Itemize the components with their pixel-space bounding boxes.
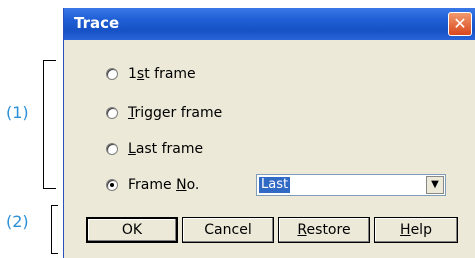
radio-label-trigger-frame: Trigger frame [128,105,223,121]
radio-icon-checked [106,179,118,191]
radio-label-last-frame: Last frame [128,141,204,157]
callout-label-2: (2) [6,212,29,231]
trace-dialog: Trace ✕ 1st frame Trigger frame Last fra… [63,8,475,258]
frame-number-value: Last [259,177,291,193]
cancel-button[interactable]: Cancel [182,217,274,243]
help-button[interactable]: Help [374,217,458,243]
callout-bracket-1 [43,60,56,189]
close-icon: ✕ [453,14,467,33]
window-title: Trace [74,14,120,32]
radio-icon [106,143,118,155]
ok-button[interactable]: OK [86,217,178,243]
restore-button[interactable]: Restore [278,217,370,243]
dropdown-arrow-icon[interactable]: ▼ [426,176,444,194]
title-bar[interactable]: Trace ✕ [64,8,475,40]
callout-bracket-2 [51,205,58,254]
radio-label-first-frame: 1st frame [128,66,196,82]
radio-label-frame-no: Frame No. [128,177,200,193]
frame-number-select[interactable]: Last ▼ [256,174,446,196]
radio-icon [106,68,118,80]
close-button[interactable]: ✕ [448,12,472,36]
radio-icon [106,107,118,119]
callout-label-1: (1) [6,103,29,122]
